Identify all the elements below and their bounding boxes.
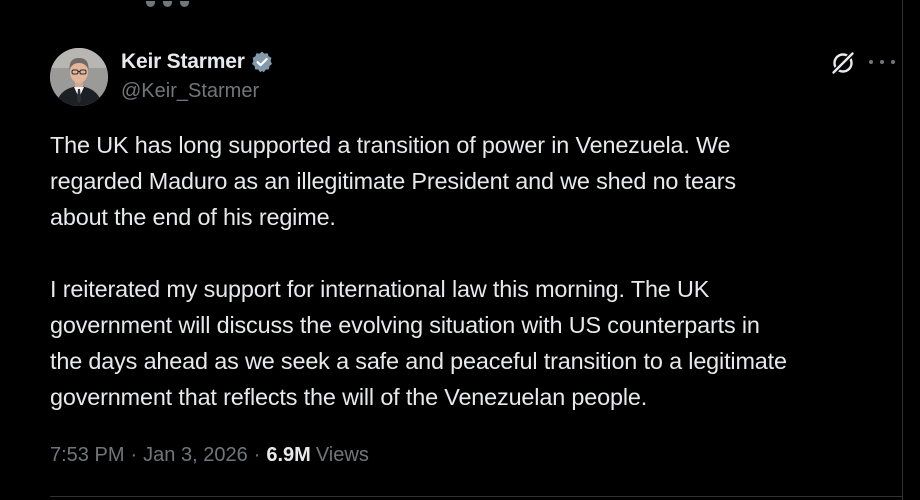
grok-icon[interactable]	[830, 50, 856, 76]
tweet-date[interactable]: Jan 3, 2026	[143, 444, 248, 467]
views-count[interactable]: 6.9M	[266, 444, 310, 467]
tweet-paragraph: I reiterated my support for internationa…	[50, 276, 787, 410]
display-name[interactable]: Keir Starmer	[121, 50, 245, 74]
author-name-row: Keir Starmer	[121, 49, 274, 75]
column-divider	[902, 0, 903, 500]
tweet-card[interactable]: Keir Starmer @Keir_Starmer The UK has lo…	[0, 0, 902, 500]
meta-separator: ·	[253, 444, 261, 466]
divider	[50, 496, 902, 497]
views-label: Views	[315, 444, 369, 466]
profile-photo-icon	[50, 48, 108, 106]
more-options-icon[interactable]	[869, 52, 895, 72]
tweet-meta: 7:53 PM · Jan 3, 2026 · 6.9M Views	[50, 444, 369, 467]
tweet-text: The UK has long supported a transition o…	[50, 127, 900, 415]
tweet-paragraph: The UK has long supported a transition o…	[50, 132, 736, 230]
meta-separator: ·	[130, 444, 138, 466]
author-handle[interactable]: @Keir_Starmer	[121, 80, 259, 103]
previous-post-fragment	[146, 0, 206, 7]
verified-badge-icon[interactable]	[250, 50, 274, 74]
avatar[interactable]	[50, 48, 108, 106]
tweet-time[interactable]: 7:53 PM	[50, 444, 124, 467]
